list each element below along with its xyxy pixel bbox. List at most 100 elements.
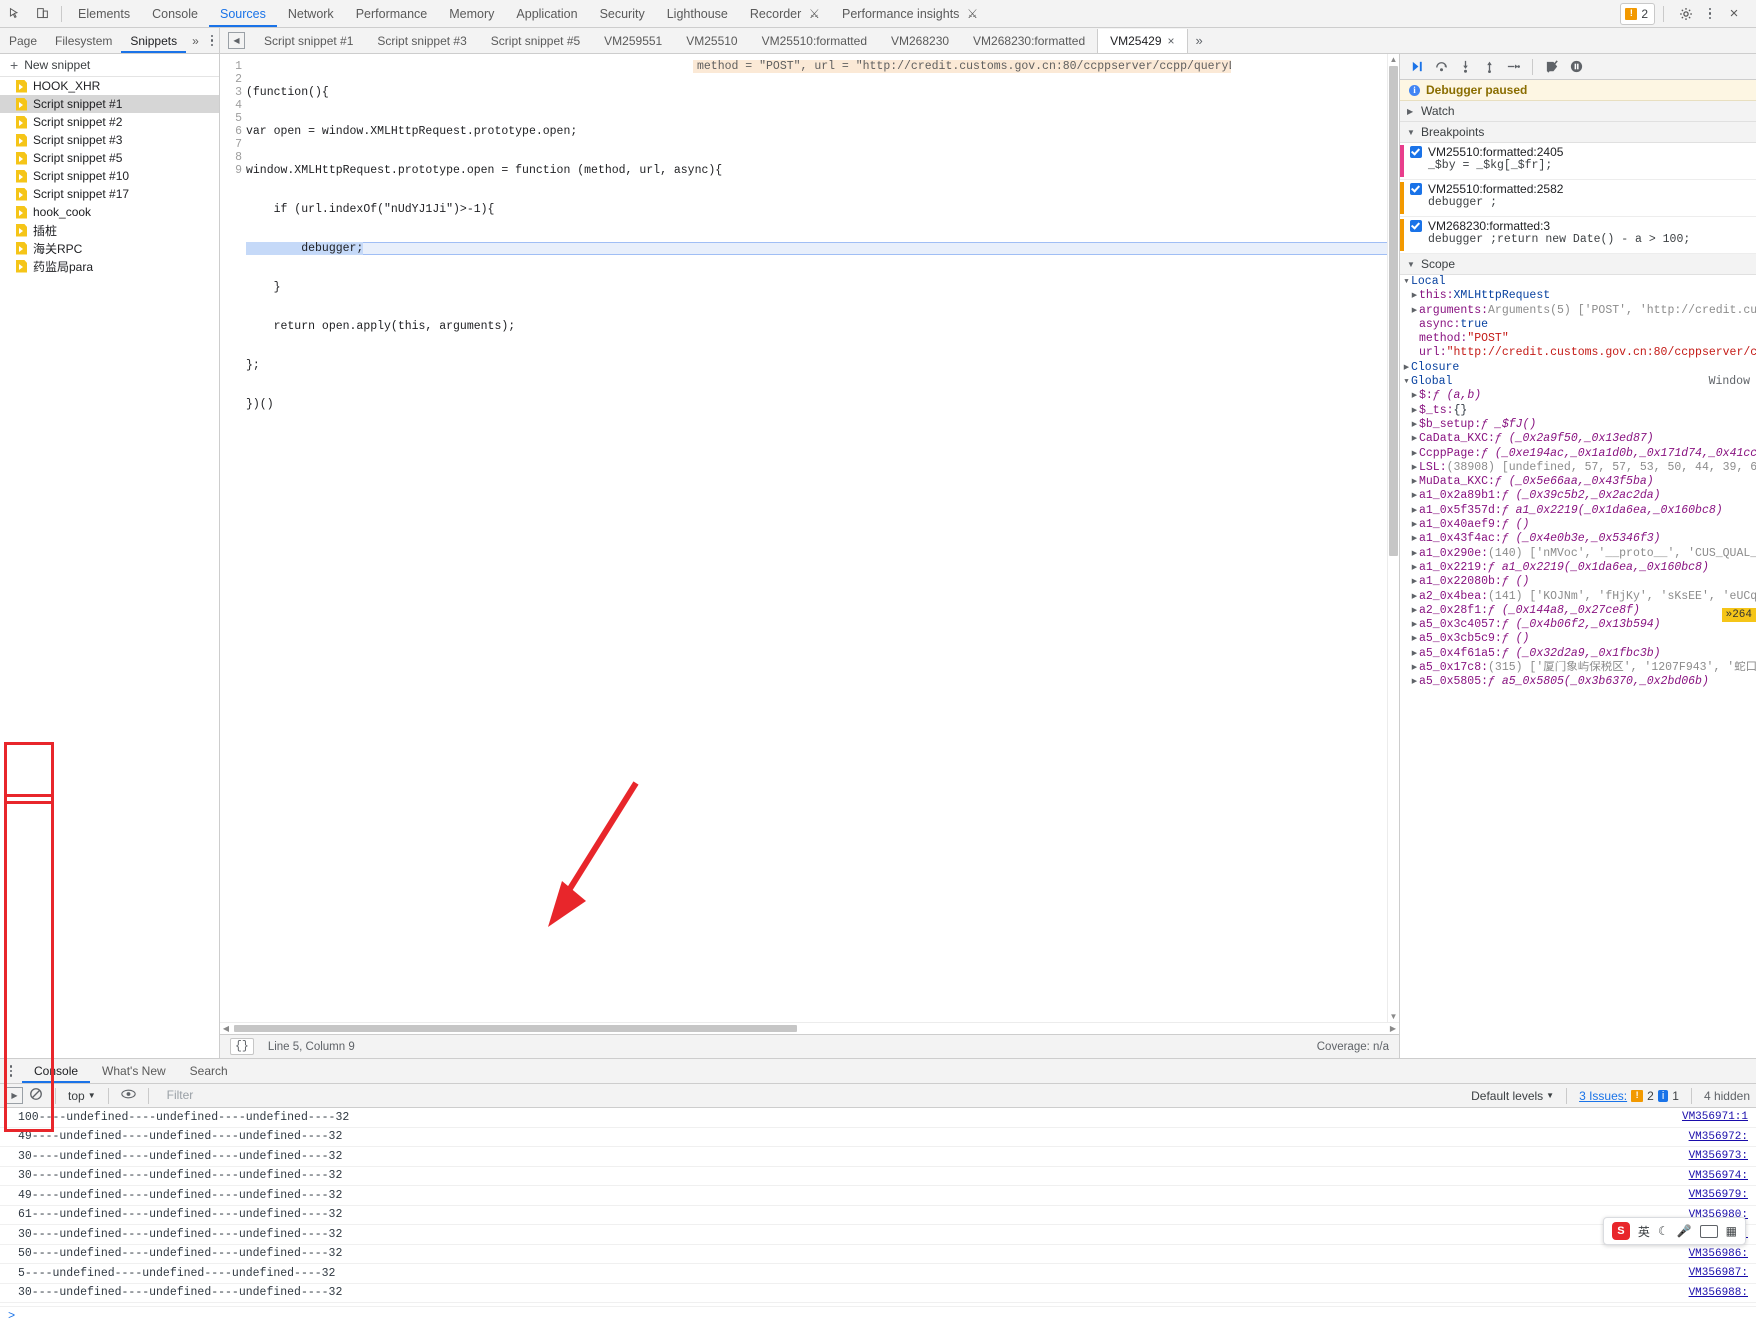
collapse-navigator-icon[interactable]: ◀ bbox=[228, 32, 245, 49]
kebab-icon[interactable] bbox=[1702, 1, 1718, 27]
chevron-right-icon[interactable]: ▶ bbox=[1410, 404, 1419, 418]
snippet-item-yaojianju-para[interactable]: 药监局para bbox=[0, 257, 219, 275]
navtab-filesystem[interactable]: Filesystem bbox=[46, 29, 121, 53]
chevron-right-icon[interactable]: ▶ bbox=[1410, 561, 1419, 575]
chevron-right-icon[interactable]: ▶ bbox=[1410, 547, 1419, 561]
console-message-source-link[interactable]: VM356986: bbox=[1689, 1248, 1748, 1260]
tab-network[interactable]: Network bbox=[277, 1, 345, 27]
console-message-row[interactable]: 30----undefined----undefined----undefine… bbox=[0, 1167, 1756, 1187]
step-icon[interactable] bbox=[1502, 57, 1524, 77]
scroll-left-icon[interactable]: ◀ bbox=[220, 1024, 232, 1033]
deactivate-breakpoints-icon[interactable] bbox=[1541, 57, 1563, 77]
drawer-tab-console[interactable]: Console bbox=[22, 1060, 90, 1083]
keyboard-icon[interactable] bbox=[1700, 1225, 1718, 1238]
drawer-tab-search[interactable]: Search bbox=[178, 1060, 240, 1083]
scope-property-row[interactable]: ▶a1_0x290e: (140) ['nMVoc', '__proto__',… bbox=[1400, 547, 1756, 561]
chevron-right-icon[interactable]: ▶ bbox=[1410, 475, 1419, 489]
scope-property-row[interactable]: ▶a5_0x4f61a5: ƒ (_0x32d2a9,_0x1fbc3b) bbox=[1400, 647, 1756, 661]
device-toggle-icon[interactable] bbox=[28, 1, 56, 27]
navtab-snippets[interactable]: Snippets bbox=[121, 29, 186, 53]
chevron-right-icon[interactable]: ▶ bbox=[1410, 304, 1419, 318]
editortab-vm25510[interactable]: VM25510 bbox=[674, 29, 749, 53]
code-area[interactable]: 1 2 3 4 5 6 7 8 9 (function(){ var open … bbox=[220, 54, 1399, 1022]
chevron-right-icon[interactable]: ▶ bbox=[1410, 447, 1419, 461]
scope-property-row[interactable]: ▶a5_0x5805: ƒ a5_0x5805(_0x3b6370,_0x2bd… bbox=[1400, 675, 1756, 689]
navigator-kebab-icon[interactable] bbox=[205, 35, 219, 47]
snippet-item-script-snippet-5[interactable]: Script snippet #5 bbox=[0, 149, 219, 167]
scope-tree[interactable]: ▼Local▶this: XMLHttpRequest▶arguments: A… bbox=[1400, 275, 1756, 1058]
chevron-right-icon[interactable]: ▶ bbox=[1410, 632, 1419, 646]
console-message-source-link[interactable]: VM356974: bbox=[1689, 1170, 1748, 1182]
scope-property-row[interactable]: ▶a1_0x2219: ƒ a1_0x2219(_0x1da6ea,_0x160… bbox=[1400, 561, 1756, 575]
tab-console[interactable]: Console bbox=[141, 1, 209, 27]
scroll-right-icon[interactable]: ▶ bbox=[1387, 1024, 1399, 1033]
scope-property-row[interactable]: ▶CcppPage: ƒ (_0xe194ac,_0x1a1d0b,_0x171… bbox=[1400, 447, 1756, 461]
moon-icon[interactable]: ☾ bbox=[1658, 1224, 1669, 1238]
scope-section-global[interactable]: ▼GlobalWindow bbox=[1400, 375, 1756, 389]
chevron-right-icon[interactable]: ▶ bbox=[1410, 518, 1419, 532]
chevron-right-icon[interactable]: ▶ bbox=[1410, 661, 1419, 675]
console-message-row[interactable]: 30----undefined----undefined----undefine… bbox=[0, 1284, 1756, 1304]
breakpoint-row[interactable]: VM25510:formatted:2582 debugger ; bbox=[1400, 180, 1756, 217]
editor-horizontal-scrollbar[interactable]: ◀ ▶ bbox=[220, 1022, 1399, 1034]
console-levels-selector[interactable]: Default levels ▼ bbox=[1471, 1089, 1554, 1103]
close-icon[interactable]: × bbox=[1720, 1, 1748, 27]
clear-console-icon[interactable] bbox=[29, 1087, 43, 1104]
console-filter-input[interactable]: Filter bbox=[161, 1087, 1466, 1104]
chevron-right-icon[interactable]: ▶ bbox=[1410, 618, 1419, 632]
pause-on-exceptions-icon[interactable] bbox=[1565, 57, 1587, 77]
console-message-row[interactable]: 100----undefined----undefined----undefin… bbox=[0, 1108, 1756, 1128]
new-snippet-button[interactable]: + New snippet bbox=[0, 54, 219, 77]
scope-property-row[interactable]: ▶MuData_KXC: ƒ (_0x5e66aa,_0x43f5ba) bbox=[1400, 475, 1756, 489]
drawer-kebab-icon[interactable] bbox=[0, 1060, 22, 1083]
scroll-up-icon[interactable]: ▲ bbox=[1388, 54, 1399, 65]
breakpoint-checkbox[interactable] bbox=[1410, 220, 1422, 232]
snippet-item-script-snippet-1[interactable]: Script snippet #1 bbox=[0, 95, 219, 113]
snippet-item-hook-xhr[interactable]: HOOK_XHR bbox=[0, 77, 219, 95]
console-message-source-link[interactable]: VM356979: bbox=[1689, 1189, 1748, 1201]
scope-property-row[interactable]: ▶a1_0x5f357d: ƒ a1_0x2219(_0x1da6ea,_0x1… bbox=[1400, 504, 1756, 518]
close-icon[interactable]: × bbox=[1168, 29, 1175, 53]
scope-property-row[interactable]: ▶a2_0x28f1: ƒ (_0x144a8,_0x27ce8f) bbox=[1400, 604, 1756, 618]
editortab-vm268230-formatted[interactable]: VM268230:formatted bbox=[961, 29, 1097, 53]
gear-icon[interactable] bbox=[1672, 1, 1700, 27]
editortab-vm25429[interactable]: VM25429 × bbox=[1097, 29, 1187, 53]
console-message-row[interactable]: 30----undefined----undefined----undefine… bbox=[0, 1225, 1756, 1245]
tab-security[interactable]: Security bbox=[589, 1, 656, 27]
breakpoint-checkbox[interactable] bbox=[1410, 146, 1422, 158]
console-message-row[interactable]: 30----undefined----undefined----undefine… bbox=[0, 1147, 1756, 1167]
inspect-icon[interactable] bbox=[0, 1, 28, 27]
snippet-item-script-snippet-2[interactable]: Script snippet #2 bbox=[0, 113, 219, 131]
resume-script-icon[interactable] bbox=[1406, 57, 1428, 77]
editortab-script-snippet-1[interactable]: Script snippet #1 bbox=[252, 29, 365, 53]
scrollbar-thumb[interactable] bbox=[234, 1025, 797, 1032]
chevron-right-icon[interactable]: ▶ bbox=[1410, 432, 1419, 446]
scope-property-row[interactable]: ▶a1_0x2a89b1: ƒ (_0x39c5b2,_0x2ac2da) bbox=[1400, 489, 1756, 503]
scope-property-row[interactable]: ▶this: XMLHttpRequest bbox=[1400, 289, 1756, 303]
chevron-right-icon[interactable]: ▶ bbox=[1410, 418, 1419, 432]
snippet-item-chazhuang[interactable]: 插桩 bbox=[0, 221, 219, 239]
ime-toolbar[interactable]: S 英 ☾ 🎤 ▦ bbox=[1603, 1217, 1746, 1245]
chevron-right-icon[interactable]: ▶ bbox=[1410, 489, 1419, 503]
grid-icon[interactable]: ▦ bbox=[1726, 1224, 1737, 1238]
console-context-selector[interactable]: top ▼ bbox=[68, 1089, 96, 1103]
console-message-source-link[interactable]: VM356973: bbox=[1689, 1150, 1748, 1162]
tab-memory[interactable]: Memory bbox=[438, 1, 505, 27]
scope-property-row[interactable]: ▶a5_0x3cb5c9: ƒ () bbox=[1400, 632, 1756, 646]
tab-performance-insights[interactable]: Performance insights ⚔ bbox=[831, 1, 989, 27]
console-message-row[interactable]: 5----undefined----undefined----undefined… bbox=[0, 1303, 1756, 1306]
ime-language-label[interactable]: 英 bbox=[1638, 1223, 1650, 1240]
scope-section-header[interactable]: ▼ Scope bbox=[1400, 254, 1756, 275]
snippet-item-script-snippet-10[interactable]: Script snippet #10 bbox=[0, 167, 219, 185]
scope-property-row[interactable]: ▶a2_0x4bea: (141) ['KOJNm', 'fHjKy', 'sK… bbox=[1400, 590, 1756, 604]
breakpoint-row[interactable]: VM25510:formatted:2405 _$by = _$kg[_$fr]… bbox=[1400, 143, 1756, 180]
scope-property-row[interactable]: ▶a1_0x43f4ac: ƒ (_0x4e0b3e,_0x5346f3) bbox=[1400, 532, 1756, 546]
console-message-list[interactable]: 100----undefined----undefined----undefin… bbox=[0, 1108, 1756, 1306]
scope-section-closure[interactable]: ▶Closure bbox=[1400, 361, 1756, 375]
console-message-source-link[interactable]: VM356987: bbox=[1689, 1267, 1748, 1279]
snippet-item-script-snippet-3[interactable]: Script snippet #3 bbox=[0, 131, 219, 149]
breakpoint-checkbox[interactable] bbox=[1410, 183, 1422, 195]
snippet-item-script-snippet-17[interactable]: Script snippet #17 bbox=[0, 185, 219, 203]
console-message-row[interactable]: 50----undefined----undefined----undefine… bbox=[0, 1245, 1756, 1265]
chevron-right-icon[interactable]: ▶ bbox=[1410, 532, 1419, 546]
